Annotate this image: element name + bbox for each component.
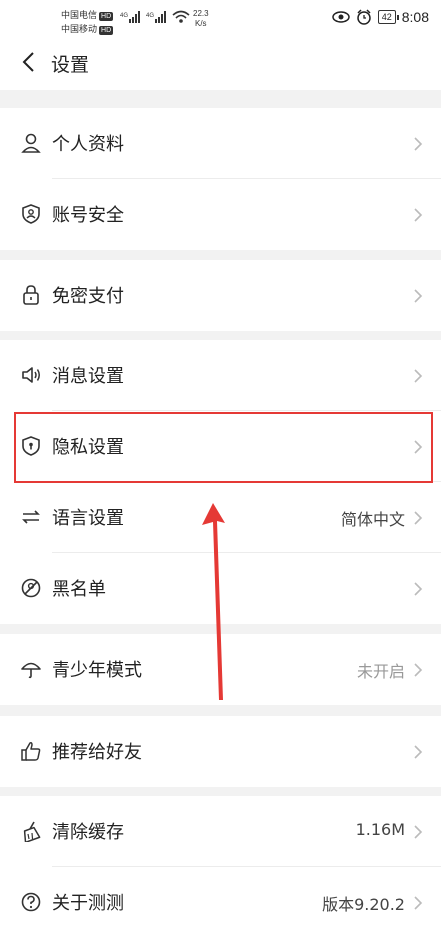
settings-item-label: 关于测测 bbox=[52, 893, 124, 914]
alarm-icon bbox=[356, 9, 371, 25]
network-speed: 22.3 K/s bbox=[193, 9, 209, 28]
swap-icon bbox=[22, 510, 40, 524]
settings-item-label: 个人资料 bbox=[52, 134, 124, 155]
settings-item-label: 免密支付 bbox=[52, 286, 124, 307]
settings-item-label: 消息设置 bbox=[52, 366, 124, 387]
settings-group: 个人资料 账号安全 bbox=[0, 108, 441, 250]
person-icon bbox=[21, 133, 41, 153]
wifi-icon bbox=[172, 10, 190, 23]
chevron-right-icon bbox=[414, 896, 423, 910]
settings-item-profile[interactable]: 个人资料 bbox=[0, 108, 441, 179]
settings-item-label: 推荐给好友 bbox=[52, 742, 142, 763]
settings-item-account-security[interactable]: 账号安全 bbox=[0, 179, 441, 250]
speaker-icon bbox=[22, 367, 40, 383]
status-bar: 中国电信 HD 中国移动 HD 4G 4G 22.3 K/s 42 8:08 bbox=[0, 0, 441, 38]
chevron-right-icon bbox=[414, 440, 423, 454]
lock-icon bbox=[23, 285, 39, 305]
cache-size: 1.16M bbox=[355, 820, 405, 839]
broom-icon bbox=[23, 821, 41, 842]
settings-item-label: 黑名单 bbox=[52, 579, 106, 600]
battery-icon: 42 bbox=[377, 10, 399, 24]
chevron-right-icon bbox=[414, 289, 423, 303]
settings-item-label: 隐私设置 bbox=[52, 437, 124, 458]
svg-text:4G: 4G bbox=[146, 13, 154, 19]
chevron-right-icon bbox=[414, 663, 423, 677]
settings-item-password-free-pay[interactable]: 免密支付 bbox=[0, 260, 441, 331]
language-value: 简体中文 bbox=[340, 510, 405, 529]
block-icon bbox=[21, 578, 41, 598]
svg-text:4G: 4G bbox=[120, 13, 128, 19]
thumbs-up-icon bbox=[21, 742, 41, 761]
eye-icon bbox=[331, 11, 350, 23]
chevron-right-icon bbox=[414, 582, 423, 596]
privacy-shield-icon bbox=[22, 436, 40, 456]
clock: 8:08 bbox=[401, 9, 429, 25]
carrier-1: 中国电信 HD bbox=[61, 10, 114, 21]
annotation-arrow-icon bbox=[202, 503, 225, 700]
settings-group: 免密支付 bbox=[0, 260, 441, 331]
header: 设置 bbox=[0, 38, 441, 90]
settings-group: 推荐给好友 bbox=[0, 716, 441, 787]
umbrella-icon bbox=[21, 662, 41, 679]
page-title: 设置 bbox=[51, 54, 90, 76]
shield-account-icon bbox=[22, 204, 40, 224]
signal-icon: 4G bbox=[120, 11, 140, 23]
settings-group: 清除缓存 1.16M 关于测测 版本9.20.2 bbox=[0, 796, 441, 938]
app-version: 版本9.20.2 bbox=[322, 895, 405, 914]
settings-item-notifications[interactable]: 消息设置 bbox=[0, 340, 441, 411]
settings-item-recommend[interactable]: 推荐给好友 bbox=[0, 716, 441, 787]
chevron-right-icon bbox=[414, 511, 423, 525]
chevron-right-icon bbox=[414, 208, 423, 222]
settings-item-about[interactable]: 关于测测 版本9.20.2 bbox=[0, 867, 441, 938]
teen-mode-status: 未开启 bbox=[356, 662, 405, 681]
chevron-right-icon bbox=[414, 745, 423, 759]
back-icon[interactable] bbox=[18, 50, 42, 74]
question-icon bbox=[21, 892, 41, 912]
settings-item-label: 青少年模式 bbox=[52, 660, 142, 681]
settings-item-label: 账号安全 bbox=[52, 205, 124, 226]
chevron-right-icon bbox=[414, 825, 423, 839]
chevron-right-icon bbox=[414, 137, 423, 151]
settings-item-label: 语言设置 bbox=[52, 508, 124, 529]
settings-item-privacy[interactable]: 隐私设置 bbox=[0, 411, 441, 482]
settings-item-label: 清除缓存 bbox=[52, 822, 124, 843]
signal-icon: 4G bbox=[146, 11, 166, 23]
settings-item-clear-cache[interactable]: 清除缓存 1.16M bbox=[0, 796, 441, 867]
chevron-right-icon bbox=[414, 369, 423, 383]
carrier-2: 中国移动 HD bbox=[61, 24, 114, 35]
